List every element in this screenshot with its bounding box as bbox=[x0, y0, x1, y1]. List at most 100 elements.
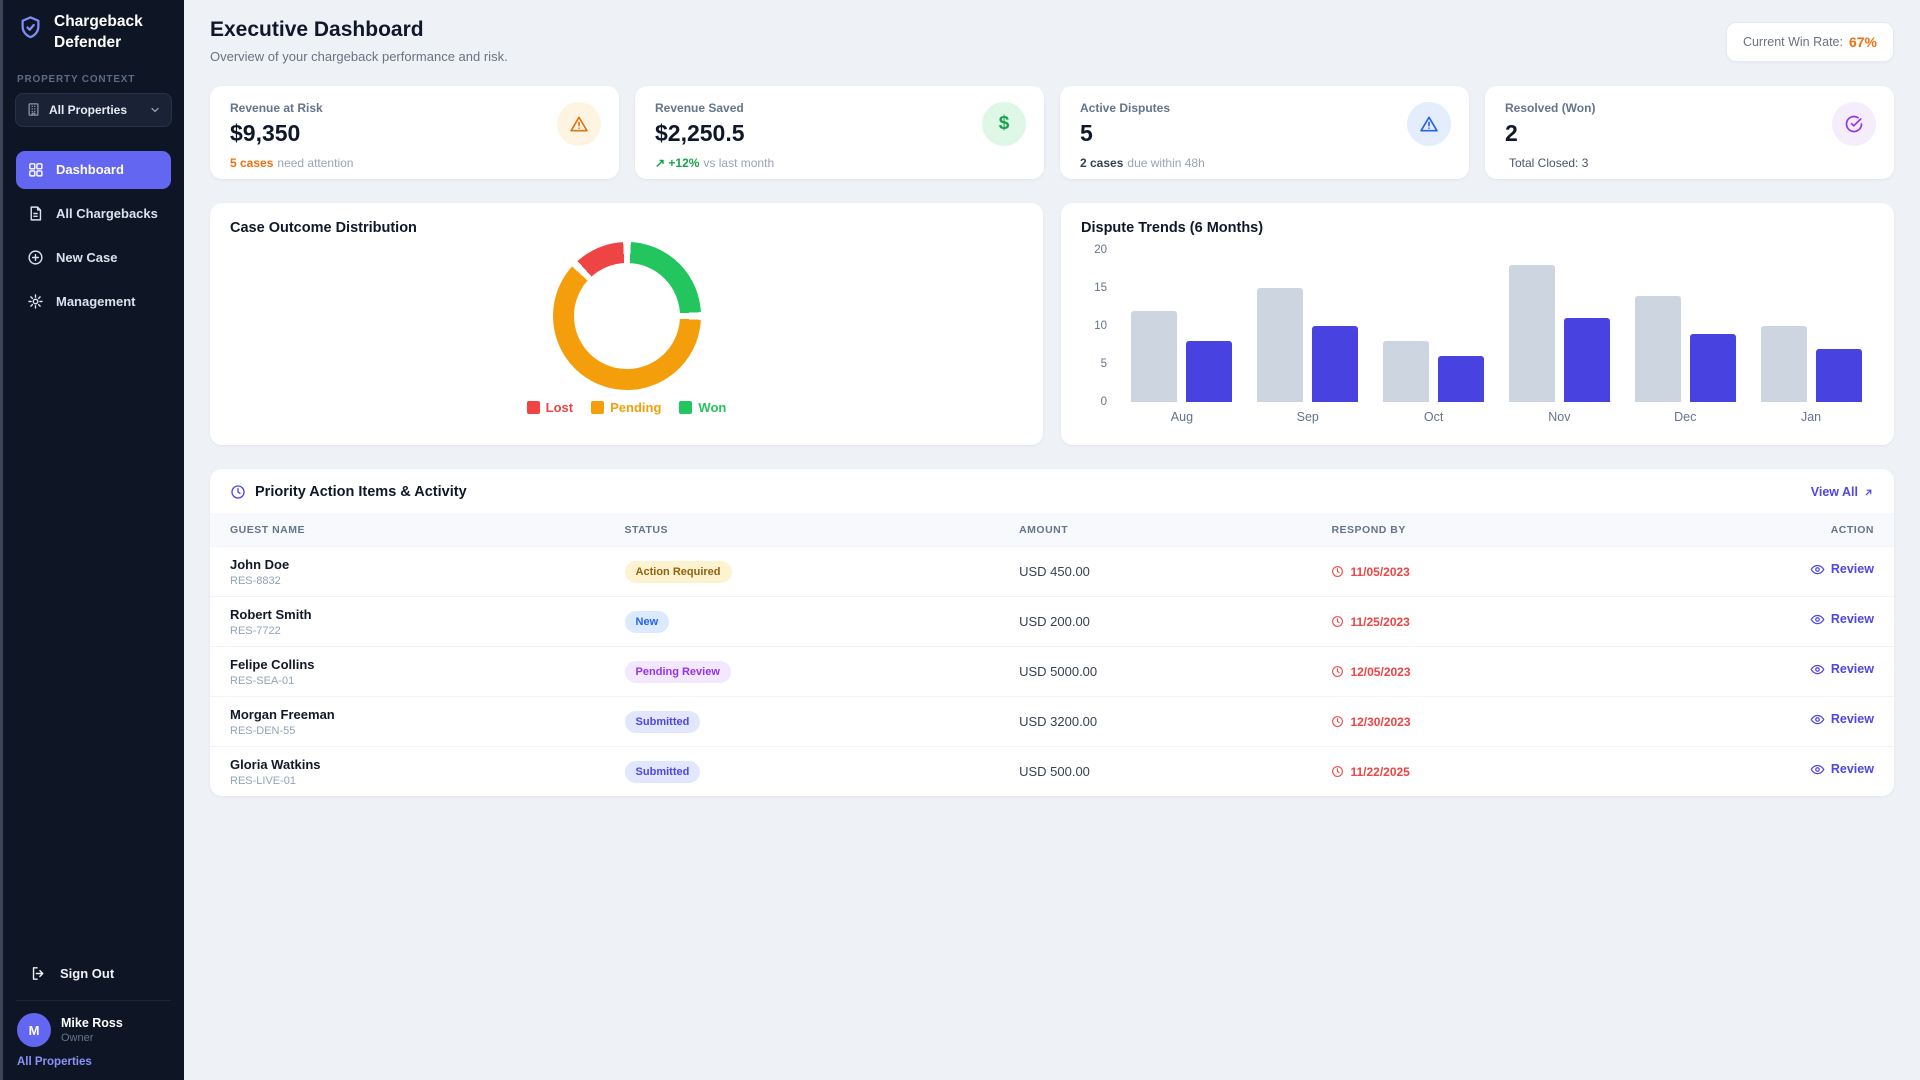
kpi-value: $9,350 bbox=[230, 120, 599, 147]
review-button[interactable]: Review bbox=[1668, 662, 1874, 677]
table-column-headers: GUEST NAME STATUS AMOUNT RESPOND BY ACTI… bbox=[210, 513, 1894, 546]
reservation-id: RES-LIVE-01 bbox=[230, 775, 625, 787]
main-content: Executive Dashboard Overview of your cha… bbox=[184, 0, 1920, 1080]
logout-icon bbox=[30, 965, 47, 982]
priority-actions-card: Priority Action Items & Activity View Al… bbox=[210, 469, 1894, 796]
clock-icon bbox=[1331, 715, 1344, 728]
charts-row: Case Outcome Distribution LostPendingWon… bbox=[210, 203, 1894, 445]
table-title: Priority Action Items & Activity bbox=[230, 484, 467, 500]
user-profile[interactable]: M Mike Ross Owner bbox=[3, 1013, 184, 1047]
guest-name: John Doe bbox=[230, 557, 625, 572]
status-badge: New bbox=[625, 611, 670, 633]
col-amount: AMOUNT bbox=[1019, 524, 1331, 536]
sidebar-item-all-chargebacks[interactable]: All Chargebacks bbox=[16, 195, 171, 233]
y-tick-label: 5 bbox=[1101, 358, 1107, 370]
sidebar-item-management[interactable]: Management bbox=[16, 283, 171, 321]
col-guest-name: GUEST NAME bbox=[230, 524, 625, 536]
sign-out-button[interactable]: Sign Out bbox=[3, 955, 184, 992]
x-tick-label: Dec bbox=[1622, 410, 1748, 424]
plot-area bbox=[1119, 250, 1874, 402]
kpi-label: Revenue at Risk bbox=[230, 101, 599, 115]
bar-group bbox=[1748, 326, 1874, 402]
y-tick-label: 10 bbox=[1094, 320, 1107, 332]
clock-icon bbox=[1331, 615, 1344, 628]
legend-item: Won bbox=[679, 400, 726, 415]
respond-by: 12/05/2023 bbox=[1331, 665, 1668, 679]
win-rate-badge: Current Win Rate: 67% bbox=[1726, 22, 1894, 62]
kpi-card-active-disputes: Active Disputes 5 2 casesdue within 48h bbox=[1060, 86, 1469, 179]
y-tick-label: 20 bbox=[1094, 244, 1107, 256]
bar bbox=[1383, 341, 1429, 402]
table-body: John Doe RES-8832 Action Required USD 45… bbox=[210, 546, 1894, 796]
donut-legend: Lost Pending Won bbox=[527, 400, 727, 415]
view-all-link[interactable]: View All bbox=[1811, 485, 1874, 499]
review-button[interactable]: Review bbox=[1668, 612, 1874, 627]
user-name: Mike Ross bbox=[61, 1016, 123, 1030]
bar bbox=[1312, 326, 1358, 402]
review-button[interactable]: Review bbox=[1668, 762, 1874, 777]
chevron-down-icon bbox=[149, 104, 161, 116]
bar-group bbox=[1245, 288, 1371, 402]
sidebar: Chargeback Defender PROPERTY CONTEXT All… bbox=[0, 0, 184, 1080]
bar bbox=[1635, 296, 1681, 402]
grid-icon bbox=[27, 161, 44, 178]
sidebar-item-label: All Chargebacks bbox=[56, 206, 158, 221]
legend-swatch bbox=[527, 401, 540, 414]
table-row: Gloria Watkins RES-LIVE-01 Submitted USD… bbox=[210, 746, 1894, 796]
respond-by: 11/25/2023 bbox=[1331, 615, 1668, 629]
property-select-value: All Properties bbox=[49, 103, 127, 117]
table-row: Felipe Collins RES-SEA-01 Pending Review… bbox=[210, 646, 1894, 696]
eye-icon bbox=[1810, 762, 1825, 777]
y-axis: 05101520 bbox=[1081, 250, 1119, 402]
col-respond-by: RESPOND BY bbox=[1331, 524, 1668, 536]
sidebar-item-new-case[interactable]: New Case bbox=[16, 239, 171, 277]
x-tick-label: Sep bbox=[1245, 410, 1371, 424]
legend-item: Lost bbox=[527, 400, 573, 415]
property-select[interactable]: All Properties bbox=[15, 93, 172, 127]
review-button[interactable]: Review bbox=[1668, 562, 1874, 577]
legend-label: Lost bbox=[546, 400, 573, 415]
user-role: Owner bbox=[61, 1032, 123, 1044]
dispute-trends-card: Dispute Trends (6 Months) 05101520 AugSe… bbox=[1061, 203, 1894, 445]
guest-name: Robert Smith bbox=[230, 607, 625, 622]
sidebar-item-label: Dashboard bbox=[56, 162, 124, 177]
sidebar-item-label: New Case bbox=[56, 250, 117, 265]
sidebar-nav: Dashboard All Chargebacks New Case Manag… bbox=[3, 151, 184, 321]
eye-icon bbox=[1810, 612, 1825, 627]
bar bbox=[1438, 356, 1484, 402]
amount: USD 5000.00 bbox=[1019, 664, 1331, 679]
sidebar-item-dashboard[interactable]: Dashboard bbox=[16, 151, 171, 189]
bar-group bbox=[1496, 265, 1622, 402]
table-row: John Doe RES-8832 Action Required USD 45… bbox=[210, 546, 1894, 596]
sidebar-item-label: Management bbox=[56, 294, 135, 309]
x-tick-label: Jan bbox=[1748, 410, 1874, 424]
kpi-subtext: ↗ +12%vs last month bbox=[655, 156, 1024, 170]
legend-swatch bbox=[591, 401, 604, 414]
dollar-icon: $ bbox=[999, 113, 1010, 135]
reservation-id: RES-DEN-55 bbox=[230, 725, 625, 737]
review-button[interactable]: Review bbox=[1668, 712, 1874, 727]
x-tick-label: Aug bbox=[1119, 410, 1245, 424]
col-action: ACTION bbox=[1668, 524, 1874, 536]
kpi-subtext: 2 casesdue within 48h bbox=[1080, 156, 1449, 170]
gear-icon bbox=[27, 293, 44, 310]
col-status: STATUS bbox=[625, 524, 1020, 536]
legend-swatch bbox=[679, 401, 692, 414]
eye-icon bbox=[1810, 562, 1825, 577]
status-badge: Pending Review bbox=[625, 661, 731, 683]
table-row: Robert Smith RES-7722 New USD 200.00 11/… bbox=[210, 596, 1894, 646]
kpi-label: Active Disputes bbox=[1080, 101, 1449, 115]
property-context-label: PROPERTY CONTEXT bbox=[3, 64, 184, 91]
warning-triangle-icon bbox=[569, 114, 589, 134]
check-circle-icon bbox=[1844, 114, 1864, 134]
legend-item: Pending bbox=[591, 400, 661, 415]
bar bbox=[1131, 311, 1177, 402]
divider bbox=[16, 1000, 171, 1001]
kpi-value: 2 bbox=[1505, 120, 1874, 147]
chart-title: Dispute Trends (6 Months) bbox=[1081, 220, 1874, 236]
status-badge: Submitted bbox=[625, 711, 701, 733]
page-header: Executive Dashboard Overview of your cha… bbox=[210, 18, 1894, 64]
amount: USD 3200.00 bbox=[1019, 714, 1331, 729]
shield-icon bbox=[17, 14, 44, 41]
bar bbox=[1816, 349, 1862, 402]
